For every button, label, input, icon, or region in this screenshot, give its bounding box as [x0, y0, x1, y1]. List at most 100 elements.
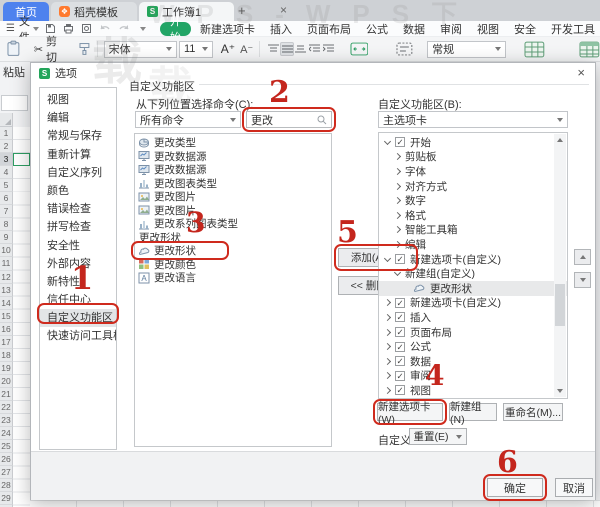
chevron-down-icon[interactable]	[384, 138, 391, 145]
tree-item-视图[interactable]: ✓视图	[379, 383, 567, 398]
row-header-9[interactable]: 9	[0, 231, 13, 244]
chevron-right-icon[interactable]	[384, 358, 391, 365]
command-item[interactable]: 更改图片	[135, 204, 331, 218]
sidebar-item-自定义序列[interactable]: 自定义序列	[40, 164, 116, 182]
hamburger-icon[interactable]: ☰	[6, 23, 15, 34]
scroll-up-icon[interactable]	[554, 134, 566, 146]
menu-item-安全[interactable]: 安全	[514, 21, 536, 37]
row-header-15[interactable]: 15	[0, 310, 13, 323]
number-format-combo[interactable]: 常规	[427, 41, 506, 58]
undo-icon[interactable]	[99, 23, 111, 34]
sidebar-item-安全性[interactable]: 安全性	[40, 237, 116, 255]
sidebar-item-拼写检查[interactable]: 拼写检查	[40, 218, 116, 236]
menu-item-视图[interactable]: 视图	[477, 21, 499, 37]
row-header-4[interactable]: 4	[0, 166, 13, 179]
ribbon-scope-dropdown[interactable]: 主选项卡	[378, 111, 568, 128]
chevron-right-icon[interactable]	[394, 212, 401, 219]
row-header-26[interactable]: 26	[0, 453, 13, 466]
tree-item-开始[interactable]: ✓开始	[379, 135, 567, 150]
print-preview-icon[interactable]	[81, 23, 92, 34]
chevron-down-icon[interactable]	[384, 255, 391, 262]
chevron-right-icon[interactable]	[394, 168, 401, 175]
sidebar-item-重新计算[interactable]: 重新计算	[40, 146, 116, 164]
row-header-25[interactable]: 25	[0, 440, 13, 453]
command-item[interactable]: 更改形状	[135, 244, 331, 258]
chevron-right-icon[interactable]	[384, 314, 391, 321]
paste-label[interactable]: 粘贴	[3, 64, 25, 80]
sidebar-item-编辑[interactable]: 编辑	[40, 109, 116, 127]
chevron-right-icon[interactable]	[384, 372, 391, 379]
grow-font-button[interactable]: A⁺	[221, 42, 235, 56]
menu-item-数据[interactable]: 数据	[403, 21, 425, 37]
menu-item-审阅[interactable]: 审阅	[440, 21, 462, 37]
align-top-icon[interactable]	[266, 42, 280, 56]
checkbox[interactable]: ✓	[395, 356, 405, 366]
row-header-2[interactable]: 2	[0, 140, 13, 153]
scroll-thumb[interactable]	[555, 284, 565, 326]
command-item[interactable]: 更改数据源	[135, 150, 331, 164]
row-header-3[interactable]: 3	[0, 153, 13, 166]
rename-button[interactable]: 重命名(M)...	[503, 403, 563, 421]
tree-item-更改形状[interactable]: 更改形状	[379, 281, 567, 296]
row-header-28[interactable]: 28	[0, 479, 13, 492]
qat-more-icon[interactable]	[140, 27, 146, 31]
tree-item-剪贴板[interactable]: 剪贴板	[379, 150, 567, 165]
sidebar-item-外部内容[interactable]: 外部内容	[40, 255, 116, 273]
menu-item-页面布局[interactable]: 页面布局	[307, 21, 351, 37]
align-middle-icon[interactable]	[280, 42, 294, 56]
tree-item-页面布局[interactable]: ✓页面布局	[379, 325, 567, 340]
new-tab-button-dialog[interactable]: 新建选项卡(W)	[377, 403, 443, 421]
menu-item-公式[interactable]: 公式	[366, 21, 388, 37]
tree-item-对齐方式[interactable]: 对齐方式	[379, 179, 567, 194]
tab-workbook1[interactable]: S 工作簿1	[139, 2, 234, 21]
chevron-right-icon[interactable]	[394, 197, 401, 204]
checkbox[interactable]: ✓	[395, 385, 405, 395]
sidebar-item-快速访问工具栏[interactable]: 快速访问工具栏	[40, 327, 116, 345]
search-icon[interactable]	[317, 115, 327, 125]
sheet-bottom-cells[interactable]	[30, 500, 600, 507]
sidebar-item-自定义功能区[interactable]: 自定义功能区	[40, 309, 116, 327]
scroll-down-icon[interactable]	[554, 385, 566, 397]
sidebar-item-错误检查[interactable]: 错误检查	[40, 200, 116, 218]
row-header-12[interactable]: 12	[0, 271, 13, 284]
row-header-19[interactable]: 19	[0, 362, 13, 375]
row-header-14[interactable]: 14	[0, 297, 13, 310]
name-box[interactable]	[1, 95, 28, 111]
chevron-right-icon[interactable]	[394, 183, 401, 190]
row-header-16[interactable]: 16	[0, 323, 13, 336]
menu-item-新建选项卡[interactable]: 新建选项卡	[200, 21, 255, 37]
move-up-button[interactable]	[574, 249, 591, 265]
command-item[interactable]: 更改类型	[135, 136, 331, 150]
shrink-font-button[interactable]: A⁻	[240, 43, 253, 56]
sidebar-item-视图[interactable]: 视图	[40, 91, 116, 109]
row-header-5[interactable]: 5	[0, 179, 13, 192]
tab-close-icon[interactable]: ×	[280, 3, 287, 17]
command-source-dropdown[interactable]: 所有命令	[135, 111, 241, 128]
cut-label[interactable]: 剪切	[46, 33, 68, 65]
checkbox[interactable]: ✓	[395, 327, 405, 337]
checkbox[interactable]: ✓	[395, 312, 405, 322]
command-item[interactable]: 更改数据源	[135, 163, 331, 177]
ok-button[interactable]: 确定	[487, 478, 543, 497]
tree-item-字体[interactable]: 字体	[379, 164, 567, 179]
tree-item-数据[interactable]: ✓数据	[379, 354, 567, 369]
row-header-6[interactable]: 6	[0, 192, 13, 205]
sidebar-item-颜色[interactable]: 颜色	[40, 182, 116, 200]
checkbox[interactable]: ✓	[395, 371, 405, 381]
row-header-27[interactable]: 27	[0, 466, 13, 479]
checkbox[interactable]: ✓	[395, 254, 405, 264]
reset-button[interactable]: 重置(E)	[409, 428, 453, 445]
move-down-button[interactable]	[574, 272, 591, 288]
command-search-input[interactable]: 更改	[246, 111, 332, 128]
tree-item-编辑[interactable]: 编辑	[379, 237, 567, 252]
checkbox[interactable]: ✓	[395, 137, 405, 147]
checkbox[interactable]: ✓	[395, 342, 405, 352]
command-item[interactable]: A更改语言	[135, 271, 331, 285]
redo-icon[interactable]	[118, 23, 130, 34]
row-header-11[interactable]: 11	[0, 257, 13, 270]
table-style-icon[interactable]	[579, 41, 600, 58]
align-bottom-icon[interactable]	[294, 42, 308, 56]
row-header-8[interactable]: 8	[0, 218, 13, 231]
tree-item-公式[interactable]: ✓公式	[379, 339, 567, 354]
tree-item-数字[interactable]: 数字	[379, 193, 567, 208]
